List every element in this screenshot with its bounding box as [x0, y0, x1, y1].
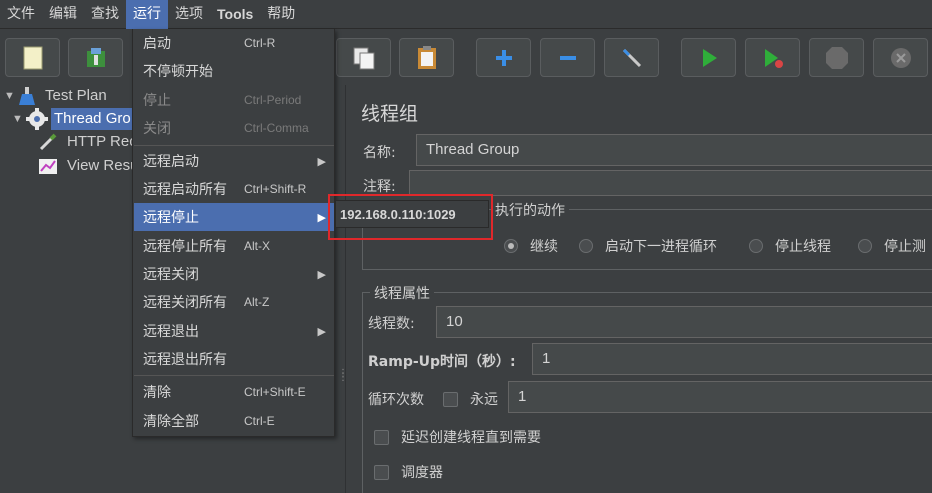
name-field[interactable]: Thread Group: [416, 134, 932, 166]
play-no-pause-icon: [764, 48, 783, 68]
checkbox-icon: [374, 464, 389, 480]
toggle-button[interactable]: [604, 38, 659, 77]
run-menu-dropdown: 启动 Ctrl-R 不停顿开始 停止 Ctrl-Period 关闭 Ctrl-Comm…: [132, 29, 335, 437]
stop-icon: [825, 46, 848, 69]
templates-button[interactable]: [68, 38, 123, 77]
stop-button[interactable]: [809, 38, 864, 77]
menu-separator: [134, 145, 334, 146]
chart-icon: [39, 159, 57, 174]
submenu-arrow-icon: ▶: [317, 210, 326, 224]
menu-file[interactable]: 文件: [0, 0, 42, 29]
copy-icon: [353, 47, 374, 69]
threads-label: 线程数:: [368, 316, 415, 332]
scheduler-checkbox[interactable]: 调度器: [374, 462, 443, 482]
page-title: 线程组: [361, 103, 419, 125]
expand-triangle-icon[interactable]: ▼: [4, 90, 18, 102]
collapse-button[interactable]: [540, 38, 595, 77]
menu-item-remote-start-all[interactable]: 远程启动所有 Ctrl+Shift-R: [134, 175, 334, 203]
menu-item-clear[interactable]: 清除 Ctrl+Shift-E: [134, 378, 334, 406]
radio-icon: [858, 239, 872, 253]
menu-bar: 文件 编辑 查找 运行 选项 Tools 帮助: [0, 0, 932, 29]
splitter-grip-icon[interactable]: ⋮ ⋮: [338, 369, 349, 383]
forever-checkbox[interactable]: 永远: [443, 389, 498, 409]
menu-search[interactable]: 查找: [84, 0, 126, 29]
gear-icon: [26, 108, 48, 130]
menu-item-start[interactable]: 启动 Ctrl-R: [134, 29, 334, 57]
menu-item-stop[interactable]: 停止 Ctrl-Period: [134, 86, 334, 114]
thread-props-title: 线程属性: [370, 283, 434, 303]
menu-run[interactable]: 运行: [126, 0, 168, 29]
wand-icon: [622, 48, 641, 67]
start-no-timers-button[interactable]: [745, 38, 800, 77]
submenu-arrow-icon: ▶: [317, 324, 326, 338]
expand-triangle-icon[interactable]: ▼: [12, 113, 26, 125]
radio-icon: [579, 239, 593, 253]
pipette-icon: [39, 133, 57, 151]
threads-field[interactable]: 10: [436, 306, 932, 338]
menu-item-remote-shutdown-all[interactable]: 远程关闭所有 Alt-Z: [134, 288, 334, 316]
checkbox-icon: [443, 391, 458, 407]
paste-icon: [417, 45, 436, 69]
radio-continue[interactable]: 继续: [504, 236, 558, 256]
menu-item-start-no-pause[interactable]: 不停顿开始: [134, 57, 334, 85]
loop-count-label: 循环次数: [368, 392, 424, 408]
comment-field[interactable]: [409, 170, 932, 196]
menu-item-clear-all[interactable]: 清除全部 Ctrl-E: [134, 407, 334, 435]
menu-item-remote-exit-all[interactable]: 远程退出所有: [134, 345, 334, 373]
plus-icon: [495, 49, 512, 66]
rampup-label: Ramp-Up时间（秒）:: [368, 354, 516, 370]
shutdown-icon: [890, 47, 911, 68]
tree-item-test-plan[interactable]: ▼ Test Plan: [4, 85, 110, 107]
new-button[interactable]: [5, 38, 60, 77]
comment-label: 注释:: [363, 179, 396, 195]
menu-item-remote-exit[interactable]: 远程退出 ▶: [134, 317, 334, 345]
menu-item-remote-start[interactable]: 远程启动 ▶: [134, 147, 334, 175]
remote-stop-submenu-item[interactable]: 192.168.0.110:1029: [335, 200, 489, 228]
menu-options[interactable]: 选项: [168, 0, 210, 29]
tree-item-thread-group[interactable]: ▼ Thread Gro: [12, 108, 134, 130]
menu-edit[interactable]: 编辑: [42, 0, 84, 29]
shutdown-button[interactable]: [873, 38, 928, 77]
name-label: 名称:: [363, 145, 396, 161]
thread-group-panel: 线程组 名称: Thread Group 注释: 执行的动作 继续 启动下一进程…: [345, 85, 932, 493]
start-button[interactable]: [681, 38, 736, 77]
radio-selected-icon: [504, 239, 518, 253]
tree-item-http-request[interactable]: HTTP Rec: [38, 131, 140, 153]
loop-count-field[interactable]: 1: [508, 381, 932, 413]
new-file-icon: [23, 46, 42, 69]
menu-separator: [134, 375, 334, 376]
paste-button[interactable]: [399, 38, 454, 77]
submenu-arrow-icon: ▶: [317, 154, 326, 168]
expand-button[interactable]: [476, 38, 531, 77]
rampup-field[interactable]: 1: [532, 343, 932, 375]
play-icon: [702, 48, 717, 67]
flask-icon: [19, 87, 35, 105]
tree-item-view-results[interactable]: View Resu: [38, 155, 141, 177]
radio-stop-test[interactable]: 停止测: [858, 236, 926, 256]
radio-icon: [749, 239, 763, 253]
submenu-arrow-icon: ▶: [317, 267, 326, 281]
action-group-title: 执行的动作: [491, 200, 569, 220]
copy-button[interactable]: [336, 38, 391, 77]
menu-item-remote-shutdown[interactable]: 远程关闭 ▶: [134, 260, 334, 288]
menu-tools[interactable]: Tools: [210, 0, 260, 29]
minus-icon: [559, 55, 576, 60]
checkbox-icon: [374, 429, 389, 445]
radio-stop-thread[interactable]: 停止线程: [749, 236, 831, 256]
menu-help[interactable]: 帮助: [260, 0, 302, 29]
templates-icon: [86, 47, 105, 67]
radio-start-next-loop[interactable]: 启动下一进程循环: [579, 236, 717, 256]
menu-item-remote-stop[interactable]: 远程停止 ▶: [134, 203, 334, 231]
menu-item-remote-stop-all[interactable]: 远程停止所有 Alt-X: [134, 232, 334, 260]
menu-item-shutdown[interactable]: 关闭 Ctrl-Comma: [134, 114, 334, 142]
delay-thread-checkbox[interactable]: 延迟创建线程直到需要: [374, 427, 541, 447]
